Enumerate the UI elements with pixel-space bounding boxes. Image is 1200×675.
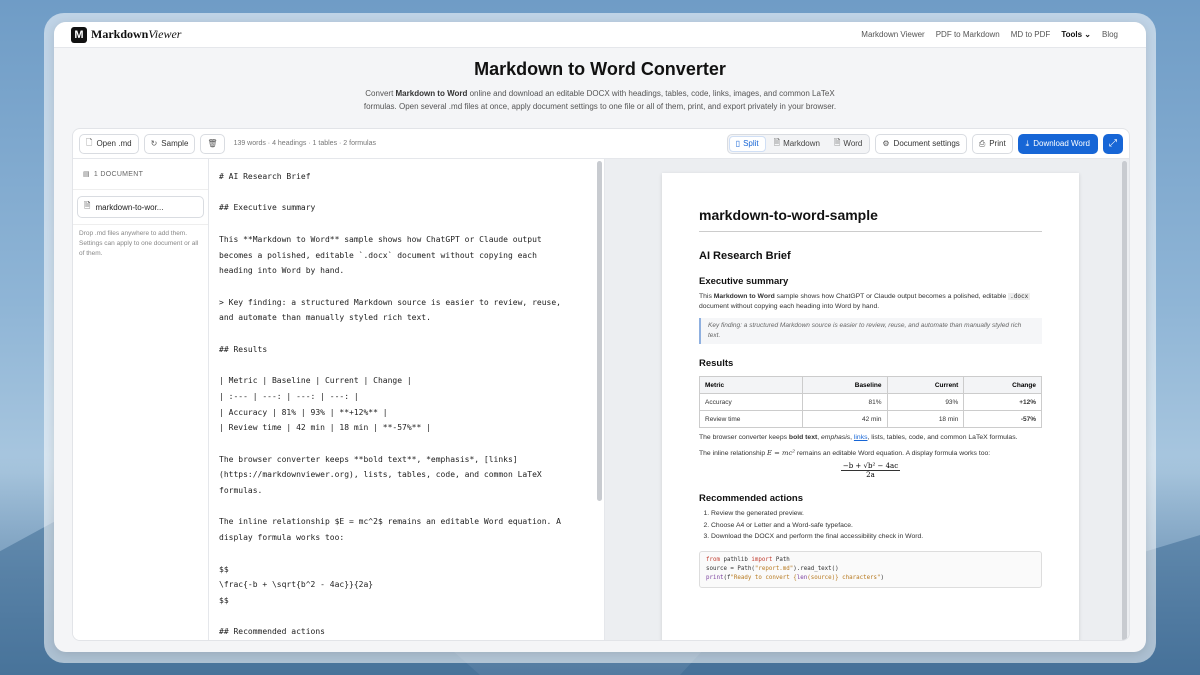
preview-title: markdown-to-word-sample	[699, 207, 1042, 232]
hero: Markdown to Word Converter Convert Markd…	[54, 48, 1146, 113]
display-formula: −b + √b² − 4ac 2a	[840, 462, 901, 479]
reset-icon: ↻	[150, 139, 158, 148]
sample-button[interactable]: ↻ Sample	[143, 133, 196, 154]
nav-link-pdf-to-markdown[interactable]: PDF to Markdown	[936, 30, 1000, 39]
nav-link-md-to-pdf[interactable]: MD to PDF	[1011, 30, 1051, 39]
file-icon: 🗎	[84, 201, 91, 210]
open-md-button[interactable]: 🗋 Open .md	[79, 133, 139, 154]
preview-h2-summary: Executive summary	[699, 276, 789, 287]
nav-tools-dropdown[interactable]: Tools ⌄	[1061, 30, 1091, 39]
view-mode-switch: ▯ Split 🗎 Markdown 🗎 Word	[726, 133, 871, 154]
table-row: Accuracy 81% 93% +12%	[698, 393, 1042, 411]
word-icon: 🗎	[833, 137, 841, 147]
expand-icon: ⤢	[1109, 138, 1117, 149]
fullscreen-button[interactable]: ⤢	[1103, 133, 1123, 154]
panes: ▤ 1 DOCUMENT 🗎 markdown-to-wor... Drop .md…	[73, 159, 1129, 640]
split-view-button[interactable]: ▯ Split	[728, 135, 766, 152]
editor-scrollbar[interactable]	[597, 161, 602, 501]
sliders-icon: ⚙	[882, 139, 890, 148]
nav-link-blog[interactable]: Blog	[1102, 30, 1118, 39]
brand-name: MarkdownViewer	[91, 27, 182, 41]
word-preview: markdown-to-word-sample AI Research Brie…	[605, 159, 1129, 640]
file-icon: 🗋	[86, 137, 93, 147]
preview-h1: AI Research Brief	[699, 250, 791, 262]
nav-link-markdown-viewer[interactable]: Markdown Viewer	[861, 30, 924, 39]
list-item: Choose A4 or Letter and a Word-safe type…	[711, 520, 1042, 532]
preview-paragraph-3: The inline relationship E = mc² remains …	[699, 449, 991, 457]
document-sidebar: ▤ 1 DOCUMENT 🗎 markdown-to-wor... Drop .md…	[73, 159, 209, 640]
document-settings-button[interactable]: ⚙ Document settings	[875, 133, 967, 154]
word-view-button[interactable]: 🗎 Word	[828, 136, 868, 152]
table-row: Review time 42 min 18 min -57%	[698, 410, 1042, 428]
preview-page: markdown-to-word-sample AI Research Brie…	[662, 173, 1079, 640]
page-description: Convert Markdown to Word online and down…	[363, 89, 837, 111]
markdown-icon: 🗎	[773, 137, 781, 147]
markdown-editor[interactable]: # AI Research Brief ## Executive summary…	[209, 159, 605, 640]
print-button[interactable]: ⎙ Print	[971, 133, 1013, 154]
preview-paragraph-2: The browser converter keeps bold text, e…	[699, 434, 1018, 441]
toolbar: 🗋 Open .md ↻ Sample 🗑 139 words · 4 headin…	[73, 129, 1129, 159]
trash-icon: 🗑	[207, 139, 218, 148]
sidebar-note: Drop .md files anywhere to add them. Set…	[73, 224, 208, 263]
download-icon: ⤓	[1025, 138, 1030, 148]
list-item: Review the generated preview.	[711, 508, 1042, 520]
preview-h2-actions: Recommended actions	[699, 493, 803, 504]
list-item: Download the DOCX and perform the final …	[711, 531, 1042, 543]
preview-code-block: from pathlib import Path source = Path("…	[699, 550, 1042, 588]
markdown-source[interactable]: # AI Research Brief ## Executive summary…	[209, 159, 604, 640]
document-item[interactable]: 🗎 markdown-to-wor...	[77, 196, 204, 218]
page-title: Markdown to Word Converter	[474, 59, 726, 79]
document-stats: 139 words · 4 headings · 1 tables · 2 fo…	[233, 140, 376, 147]
preview-table: Metric Baseline Current Change Accuracy 81% 9…	[698, 376, 1042, 428]
preview-h2-results: Results	[699, 358, 734, 369]
table-header-row: Metric Baseline Current Change	[698, 376, 1042, 394]
documents-icon: ▤	[83, 171, 90, 178]
browser-window: M MarkdownViewer Markdown Viewer PDF to …	[54, 22, 1146, 652]
markdown-view-button[interactable]: 🗎 Markdown	[768, 136, 826, 152]
preview-paragraph-1: This Markdown to Word sample shows how C…	[699, 293, 1031, 310]
download-word-button[interactable]: ⤓ Download Word	[1017, 133, 1098, 154]
nav-links: Markdown Viewer PDF to Markdown MD to PD…	[861, 30, 1118, 39]
converter-app: 🗋 Open .md ↻ Sample 🗑 139 words · 4 headin…	[72, 128, 1130, 641]
printer-icon: ⎙	[978, 138, 986, 148]
top-nav: M MarkdownViewer Markdown Viewer PDF to …	[54, 22, 1146, 48]
brand[interactable]: M MarkdownViewer	[71, 26, 182, 43]
preview-scrollbar[interactable]	[1122, 161, 1127, 640]
sidebar-header: ▤ 1 DOCUMENT	[73, 159, 208, 190]
brand-logo-icon: M	[71, 26, 87, 43]
delete-button[interactable]: 🗑	[200, 133, 225, 154]
preview-blockquote: Key finding: a structured Markdown sourc…	[699, 318, 1042, 344]
preview-ordered-list: Review the generated preview. Choose A4 …	[699, 508, 1042, 543]
split-icon: ▯	[735, 139, 741, 148]
preview-link[interactable]: links	[854, 434, 868, 441]
